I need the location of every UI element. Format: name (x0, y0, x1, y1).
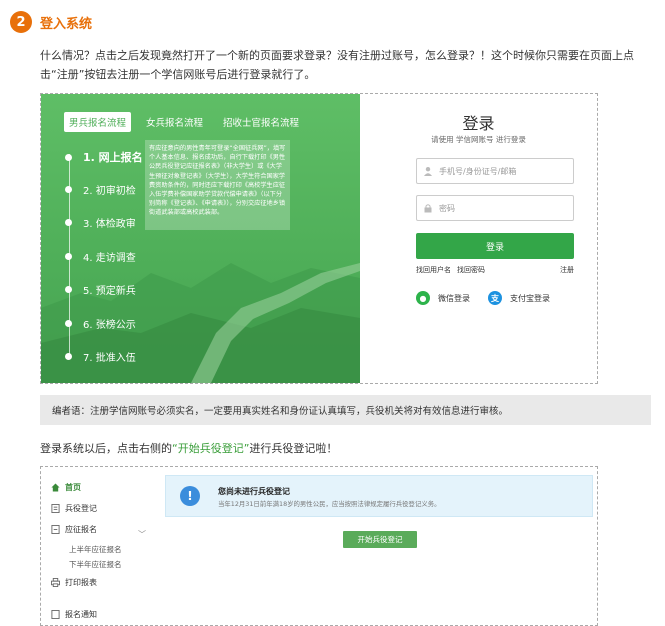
register-link[interactable]: 注册 (560, 265, 574, 275)
alert-description: 当年12月31日前年满18岁的男性公民，应当按照法律规定履行兵役登记义务。 (218, 500, 441, 508)
login-title: 登录 (462, 114, 495, 133)
alert-title: 您尚未进行兵役登记 (218, 487, 290, 496)
chevron-down-icon[interactable]: ﹀ (138, 529, 146, 540)
login-links: 找回用户名 找回密码 注册 (416, 265, 574, 275)
login-subtitle: 请使用 学信网账号 进行登录 (431, 135, 526, 144)
exclamation-icon: ! (180, 486, 200, 506)
timeline-dot (65, 186, 72, 193)
login-panel: 登录 请使用 学信网账号 进行登录 手机号/身份证号/邮箱 密码 登录 找回用户… (360, 94, 597, 383)
sidebar-item-enlist-apply[interactable]: 应征报名 (51, 524, 97, 535)
alipay-icon: 支 (488, 291, 502, 305)
user-icon (424, 167, 432, 176)
login-button[interactable]: 登录 (416, 233, 574, 259)
timeline-dot (65, 320, 72, 327)
login-page-screenshot: 男兵报名流程 女兵报名流程 招收士官报名流程 1. 网上报名 2. 初审初检 3… (40, 93, 598, 384)
wechat-login-label: 微信登录 (438, 293, 470, 303)
timeline-dot (65, 219, 72, 226)
wechat-login-option[interactable]: ● 微信登录 (416, 291, 470, 305)
username-placeholder: 手机号/身份证号/邮箱 (439, 166, 517, 176)
wechat-icon: ● (416, 291, 430, 305)
timeline-step[interactable]: 2. 初审初检 (65, 182, 136, 197)
forgot-username-link[interactable]: 找回用户名 (416, 265, 451, 275)
start-registration-button[interactable]: 开始兵役登记 (343, 531, 417, 548)
alipay-login-label: 支付宝登录 (510, 293, 550, 303)
after-text-before: 登录系统以后，点击右侧的 (40, 442, 172, 455)
after-login-paragraph: 登录系统以后，点击右侧的“开始兵役登记”进行兵役登记啦！ (40, 440, 337, 456)
notice-icon (51, 610, 60, 619)
form-icon (51, 525, 60, 534)
sidebar-item-print-report[interactable]: 打印报表 (51, 577, 97, 588)
section-title: 登入系统 (40, 16, 93, 32)
process-panel: 男兵报名流程 女兵报名流程 招收士官报名流程 1. 网上报名 2. 初审初检 3… (41, 94, 360, 383)
password-placeholder: 密码 (439, 203, 455, 213)
timeline-dot (65, 253, 72, 260)
lock-icon (424, 204, 432, 213)
timeline-dot (65, 153, 72, 161)
after-text-highlight: “开始兵役登记” (172, 442, 250, 455)
after-text-after: 进行兵役登记啦！ (249, 442, 338, 455)
sidebar-item-home[interactable]: 首页 (51, 482, 81, 493)
timeline-step[interactable]: 5. 预定新兵 (65, 282, 136, 297)
timeline-step[interactable]: 7. 批准入伍 (65, 349, 136, 364)
article-page: 2 登入系统 什么情况？点击之后发现竟然打开了一个新的页面要求登录？没有注册过账… (0, 0, 665, 626)
sidebar-item-enlist-notice[interactable]: 报名通知 (51, 609, 97, 620)
home-icon (51, 483, 60, 492)
timeline-step[interactable]: 3. 体检政审 (65, 215, 136, 230)
timeline-step[interactable]: 4. 走访调查 (65, 249, 136, 264)
alipay-login-option[interactable]: 支 支付宝登录 (488, 291, 550, 305)
step-number-badge: 2 (10, 11, 32, 33)
dashboard-sidebar: 首页 兵役登记 应征报名 ﹀ 上半年应征报名 下半年应征报名 打印报表 报名通知 (41, 467, 151, 620)
timeline-dot (65, 286, 72, 293)
section-header: 2 登入系统 (10, 10, 92, 34)
tab-female-process[interactable]: 女兵报名流程 (141, 112, 208, 132)
process-tabs: 男兵报名流程 女兵报名流程 招收士官报名流程 (64, 112, 304, 132)
sidebar-subitem-second-half[interactable]: 下半年应征报名 (69, 559, 122, 570)
tab-nco-process[interactable]: 招收士官报名流程 (218, 112, 304, 132)
sidebar-item-bingyi-register[interactable]: 兵役登记 (51, 503, 97, 514)
timeline-step[interactable]: 1. 网上报名 (65, 149, 143, 165)
sidebar-subitem-first-half[interactable]: 上半年应征报名 (69, 544, 122, 555)
step-info-box: 有应征意向的男性青年可登录“全国征兵网”，填写个人基本信息、报名成功后，自行下载… (145, 140, 290, 230)
timeline-step[interactable]: 6. 张榜公示 (65, 316, 136, 331)
tab-male-process[interactable]: 男兵报名流程 (64, 112, 132, 132)
forgot-password-link[interactable]: 找回密码 (457, 265, 485, 275)
intro-paragraph: 什么情况？点击之后发现竟然打开了一个新的页面要求登录？没有注册过账号，怎么登录？… (40, 49, 634, 81)
document-icon (51, 504, 60, 513)
username-field[interactable]: 手机号/身份证号/邮箱 (416, 158, 574, 184)
printer-icon (51, 578, 60, 587)
editor-note: 编者语：注册学信网账号必须实名，一定要用真实姓名和身份证认真填写，兵役机关将对有… (40, 395, 651, 425)
timeline-dot (65, 353, 72, 360)
password-field[interactable]: 密码 (416, 195, 574, 221)
status-alert: ! 您尚未进行兵役登记 当年12月31日前年满18岁的男性公民，应当按照法律规定… (165, 475, 593, 517)
dashboard-screenshot: 首页 兵役登记 应征报名 ﹀ 上半年应征报名 下半年应征报名 打印报表 报名通知 (40, 466, 598, 626)
